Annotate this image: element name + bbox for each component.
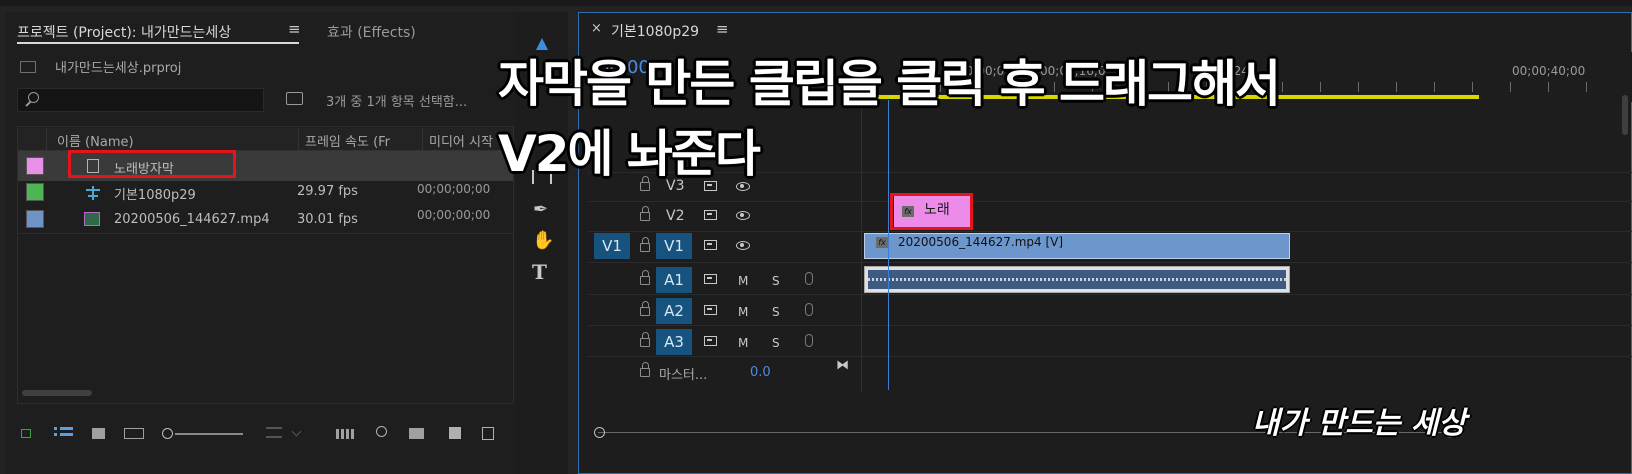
type-tool-icon[interactable]: T (532, 260, 547, 284)
track-lock-icon[interactable] (640, 237, 650, 252)
playhead[interactable] (888, 100, 889, 390)
lock-icon[interactable] (21, 429, 31, 438)
freeform-view-icon[interactable] (124, 428, 144, 439)
track-label-v2[interactable]: V2 (666, 208, 684, 224)
track-output-eye-icon[interactable] (736, 241, 750, 250)
voice-over-mic-icon[interactable] (805, 272, 813, 285)
zoom-slider-track[interactable] (175, 433, 243, 435)
mute-button[interactable]: M (738, 336, 748, 350)
bin-search-icon[interactable] (286, 92, 303, 105)
caption-clip-label: 노래 (924, 202, 950, 218)
close-icon[interactable]: × (591, 21, 602, 36)
sync-lock-icon[interactable] (704, 336, 717, 346)
solo-button[interactable]: S (772, 305, 780, 319)
track-lock-icon[interactable] (640, 362, 650, 377)
zoom-slider-handle[interactable] (162, 428, 173, 439)
sequence-tab[interactable]: 기본1080p29 (611, 21, 699, 41)
track-label-a2[interactable]: A2 (656, 298, 692, 324)
track-lock-icon[interactable] (640, 206, 650, 221)
track-divider (588, 294, 1632, 295)
fx-badge: fx (876, 237, 888, 248)
project-list-frame (17, 126, 514, 404)
video-clip-label: 20200506_144627.mp4 [V] (898, 235, 1064, 249)
track-divider (588, 201, 1632, 202)
audio-waveform-line (868, 278, 1286, 281)
new-item-icon[interactable] (449, 427, 461, 439)
icon-view-icon[interactable] (92, 428, 105, 439)
source-patch-v1[interactable]: V1 (594, 233, 630, 259)
sync-lock-icon[interactable] (704, 210, 717, 220)
track-output-eye-icon[interactable] (736, 211, 750, 220)
track-lock-icon[interactable] (640, 270, 650, 285)
hand-tool-icon[interactable]: ✋ (532, 230, 554, 251)
project-file-name: 내가만드는세상.prproj (55, 61, 182, 76)
selection-info: 3개 중 1개 항목 선택함... (326, 95, 468, 110)
sync-lock-icon[interactable] (704, 305, 717, 315)
track-lock-icon[interactable] (640, 301, 650, 316)
scroll-handle-left[interactable] (594, 427, 605, 438)
fx-badge: fx (902, 206, 914, 217)
tutorial-caption-line1: 자막을 만든 클립을 클릭 후 드래그해서 (498, 55, 1281, 113)
track-divider (588, 356, 1632, 357)
track-divider (588, 262, 1632, 263)
track-label-a3[interactable]: A3 (656, 329, 692, 355)
track-divider (588, 325, 1632, 326)
folder-icon (20, 61, 36, 73)
tab-project[interactable]: 프로젝트 (Project): 내가만드는세상 (17, 22, 231, 42)
track-lock-icon[interactable] (640, 332, 650, 347)
top-bar (0, 0, 1632, 6)
timeline-menu-icon[interactable]: ≡ (716, 20, 729, 38)
search-input[interactable] (17, 88, 264, 112)
voice-over-mic-icon[interactable] (805, 334, 813, 347)
track-divider (588, 231, 1632, 232)
solo-button[interactable]: S (772, 274, 780, 288)
tab-effects[interactable]: 효과 (Effects) (327, 22, 416, 42)
mute-button[interactable]: M (738, 274, 748, 288)
tab-menu-icon[interactable]: ≡ (288, 20, 301, 38)
master-end-icon[interactable]: ⧓ (836, 358, 849, 373)
master-track-label: 마스터... (659, 368, 708, 383)
horizontal-scrollbar[interactable] (22, 390, 92, 396)
master-volume-value[interactable]: 0.0 (750, 365, 771, 380)
trash-icon[interactable] (482, 427, 494, 440)
track-label-a1[interactable]: A1 (656, 267, 692, 293)
sort-icon[interactable] (266, 427, 282, 438)
sync-lock-icon[interactable] (704, 240, 717, 250)
watermark: 내가 만드는 세상 (1252, 406, 1467, 441)
pen-tool-icon[interactable]: ✒ (533, 199, 548, 220)
automate-icon[interactable] (336, 429, 354, 439)
vertical-scrollbar[interactable] (1622, 95, 1628, 135)
mute-button[interactable]: M (738, 305, 748, 319)
new-bin-icon[interactable] (409, 428, 424, 439)
sync-lock-icon[interactable] (704, 274, 717, 284)
voice-over-mic-icon[interactable] (805, 303, 813, 316)
tab-project-underline (17, 42, 299, 44)
find-icon[interactable] (376, 426, 387, 437)
ruler-label: 00;00;40;00 (1512, 64, 1586, 78)
track-header-divider (861, 102, 862, 392)
track-label-v1[interactable]: V1 (656, 233, 692, 259)
solo-button[interactable]: S (772, 336, 780, 350)
tutorial-caption-line2: V2에 놔준다 (498, 125, 761, 183)
list-view-icon[interactable] (54, 427, 73, 439)
